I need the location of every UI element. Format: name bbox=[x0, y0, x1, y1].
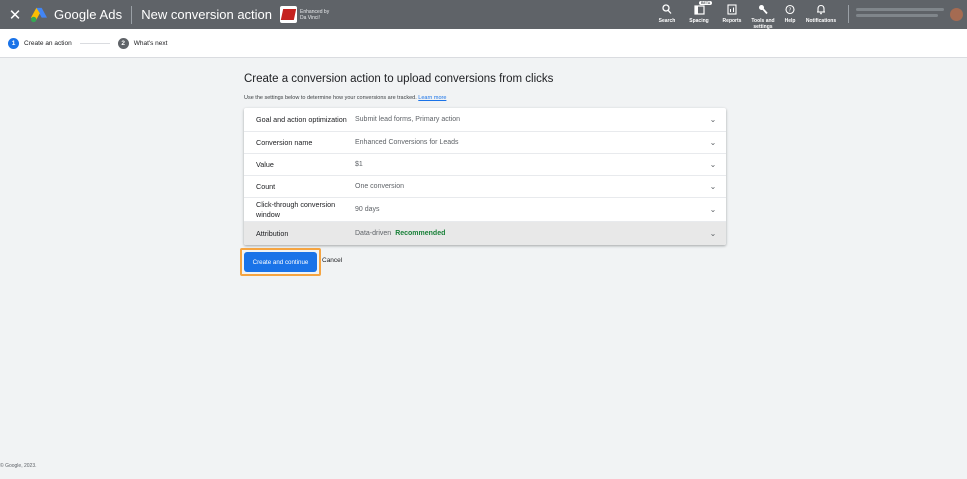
help-icon: ? bbox=[785, 4, 795, 15]
chevron-down-icon: ⌄ bbox=[709, 160, 717, 169]
chevron-down-icon: ⌄ bbox=[709, 115, 717, 124]
setting-value: 90 days bbox=[355, 206, 380, 213]
account-name-redacted bbox=[856, 8, 944, 11]
setting-row-attribution[interactable]: Attribution Data-driven Recommended ⌄ bbox=[244, 222, 726, 245]
notifications-button[interactable]: Notifications bbox=[801, 0, 841, 24]
setting-value: Data-driven Recommended bbox=[355, 230, 700, 237]
notifications-label: Notifications bbox=[805, 18, 837, 24]
chevron-down-icon: ⌄ bbox=[709, 182, 717, 191]
setting-value: Enhanced Conversions for Leads bbox=[355, 139, 459, 146]
help-button[interactable]: ? Help bbox=[779, 0, 801, 24]
setting-label: Goal and action optimization bbox=[256, 114, 347, 124]
subtitle-text: Use the settings below to determine how … bbox=[244, 95, 417, 101]
step-label-create-an-action[interactable]: Create an action bbox=[24, 40, 72, 47]
beta-badge: BETA bbox=[699, 1, 713, 5]
toolbar: Search BETA Spacing Reports Tools and se… bbox=[653, 0, 967, 30]
partner-badge: Enhanced by Da Vinci! bbox=[280, 6, 332, 23]
google-ads-logo bbox=[31, 7, 47, 22]
setting-row-count[interactable]: Count One conversion ⌄ bbox=[244, 176, 726, 198]
partner-logo bbox=[280, 6, 298, 23]
tools-and-settings-button[interactable]: Tools and settings bbox=[747, 0, 779, 30]
account-email-redacted bbox=[856, 14, 938, 17]
setting-row-click-through-window[interactable]: Click-through conversion window 90 days … bbox=[244, 198, 726, 222]
setting-value: One conversion bbox=[355, 183, 405, 190]
top-app-bar: ✕ Google Ads New conversion action Enhan… bbox=[0, 0, 967, 30]
avatar[interactable] bbox=[950, 8, 963, 21]
setting-row-conversion-name[interactable]: Conversion name Enhanced Conversions for… bbox=[244, 132, 726, 154]
learn-more-link[interactable]: Learn more bbox=[418, 95, 446, 101]
chevron-down-icon: ⌄ bbox=[709, 205, 717, 214]
setting-value: $1 bbox=[355, 161, 363, 168]
brand-name: Google Ads bbox=[54, 7, 123, 22]
cancel-button[interactable]: Cancel bbox=[322, 257, 342, 264]
setting-label: Click-through conversion window bbox=[256, 199, 336, 219]
chevron-down-icon: ⌄ bbox=[709, 229, 717, 238]
reports-icon bbox=[727, 4, 737, 15]
divider bbox=[131, 5, 133, 24]
search-icon bbox=[662, 4, 672, 14]
section-subtitle: Use the settings below to determine how … bbox=[244, 95, 446, 101]
footer-copyright: © Google, 2023. bbox=[0, 463, 37, 469]
divider bbox=[848, 5, 849, 23]
spacing-label: Spacing bbox=[689, 18, 709, 24]
section-title: Create a conversion action to upload con… bbox=[244, 73, 554, 85]
setting-label: Value bbox=[256, 159, 274, 169]
settings-card: Goal and action optimization Submit lead… bbox=[244, 108, 726, 245]
help-label: Help bbox=[784, 18, 796, 24]
spacing-button[interactable]: BETA Spacing bbox=[681, 0, 717, 24]
setting-value: Submit lead forms, Primary action bbox=[355, 116, 461, 123]
create-and-continue-button[interactable]: Create and continue bbox=[244, 252, 317, 272]
spacing-icon bbox=[693, 5, 705, 15]
stepper: 1 Create an action 2 What's next bbox=[0, 29, 967, 58]
reports-label: Reports bbox=[722, 18, 742, 24]
bell-icon bbox=[817, 4, 825, 15]
svg-text:?: ? bbox=[789, 8, 792, 14]
chevron-down-icon: ⌄ bbox=[709, 138, 717, 147]
partner-text: Enhanced by Da Vinci! bbox=[300, 9, 332, 21]
setting-row-value[interactable]: Value $1 ⌄ bbox=[244, 154, 726, 176]
attribution-model: Data-driven bbox=[355, 230, 392, 237]
search-button[interactable]: Search bbox=[653, 0, 681, 24]
setting-row-goal[interactable]: Goal and action optimization Submit lead… bbox=[244, 108, 726, 132]
partner-line-2: Da Vinci! bbox=[300, 14, 320, 21]
setting-label: Count bbox=[256, 181, 276, 191]
page-title: New conversion action bbox=[141, 7, 273, 22]
step-number-2: 2 bbox=[117, 37, 129, 49]
recommended-badge: Recommended bbox=[395, 230, 446, 237]
step-connector bbox=[79, 42, 110, 44]
step-label-whats-next: What's next bbox=[133, 39, 168, 47]
wrench-icon bbox=[759, 5, 768, 15]
close-icon[interactable]: ✕ bbox=[4, 6, 26, 24]
search-label: Search bbox=[658, 18, 676, 24]
step-number-1: 1 bbox=[8, 37, 19, 49]
reports-button[interactable]: Reports bbox=[717, 0, 747, 24]
setting-label: Conversion name bbox=[256, 137, 313, 147]
setting-label: Attribution bbox=[256, 228, 289, 238]
account-switcher[interactable] bbox=[856, 0, 948, 20]
